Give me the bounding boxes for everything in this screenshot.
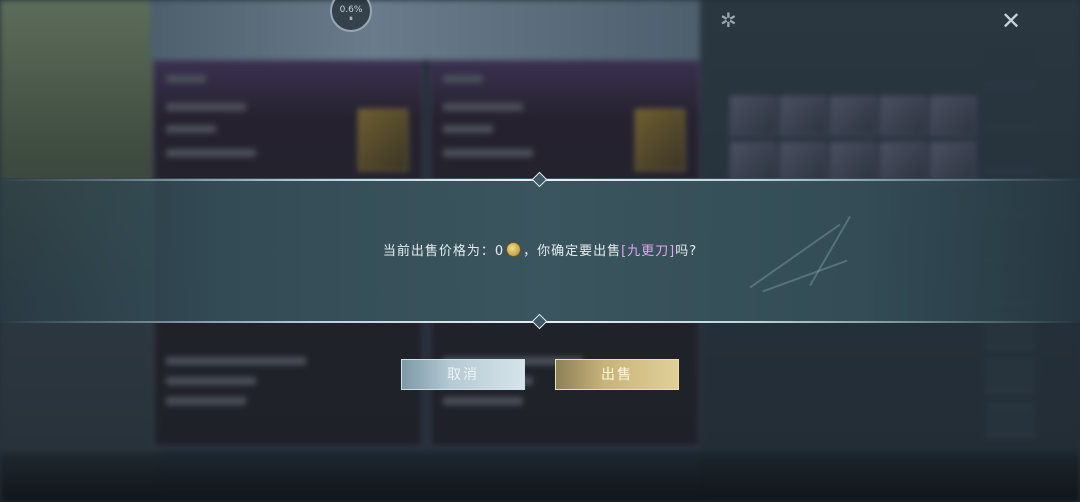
text-line (166, 377, 256, 385)
text-line (166, 125, 216, 133)
inventory-slot (780, 96, 826, 136)
inventory-slot (830, 96, 876, 136)
text-line (443, 125, 493, 133)
side-tab (985, 90, 1035, 127)
side-tab (985, 400, 1035, 437)
text-line (443, 75, 483, 83)
top-scene-strip (150, 0, 710, 60)
text-line (443, 149, 533, 157)
text-line (166, 75, 206, 83)
item-thumbnail (358, 109, 408, 171)
sell-button[interactable]: 出售 (555, 359, 679, 390)
text-line (166, 357, 306, 365)
side-tab (985, 48, 1035, 85)
pause-icon: ⏸ (349, 14, 353, 23)
inventory-slot (930, 96, 976, 136)
message-prefix: 当前出售价格为：0 (382, 244, 505, 259)
message-suffix: 吗? (675, 244, 698, 259)
text-line (166, 397, 246, 405)
bottom-toolbar (0, 452, 1080, 502)
sell-confirm-message: 当前出售价格为：0 ，你确定要出售[九更刀]吗? (0, 240, 1080, 259)
item-name: [九更刀] (621, 244, 676, 259)
inventory-slot (730, 142, 776, 182)
side-tab (985, 356, 1035, 393)
text-line (166, 103, 246, 111)
inventory-slot (930, 142, 976, 182)
inventory-slot (880, 142, 926, 182)
inventory-slot (780, 142, 826, 182)
inventory-slot (880, 96, 926, 136)
text-line (166, 149, 256, 157)
coin-icon (506, 242, 522, 257)
gear-icon[interactable]: ✲ (720, 8, 737, 32)
cancel-button[interactable]: 取消 (401, 359, 525, 390)
text-line (443, 103, 523, 111)
close-icon[interactable]: ✕ (998, 8, 1024, 34)
message-middle: ，你确定要出售 (523, 244, 622, 259)
inventory-slot (730, 96, 776, 136)
text-line (443, 397, 523, 405)
item-thumbnail (635, 109, 685, 171)
inventory-slot (830, 142, 876, 182)
side-tab (985, 134, 1035, 171)
